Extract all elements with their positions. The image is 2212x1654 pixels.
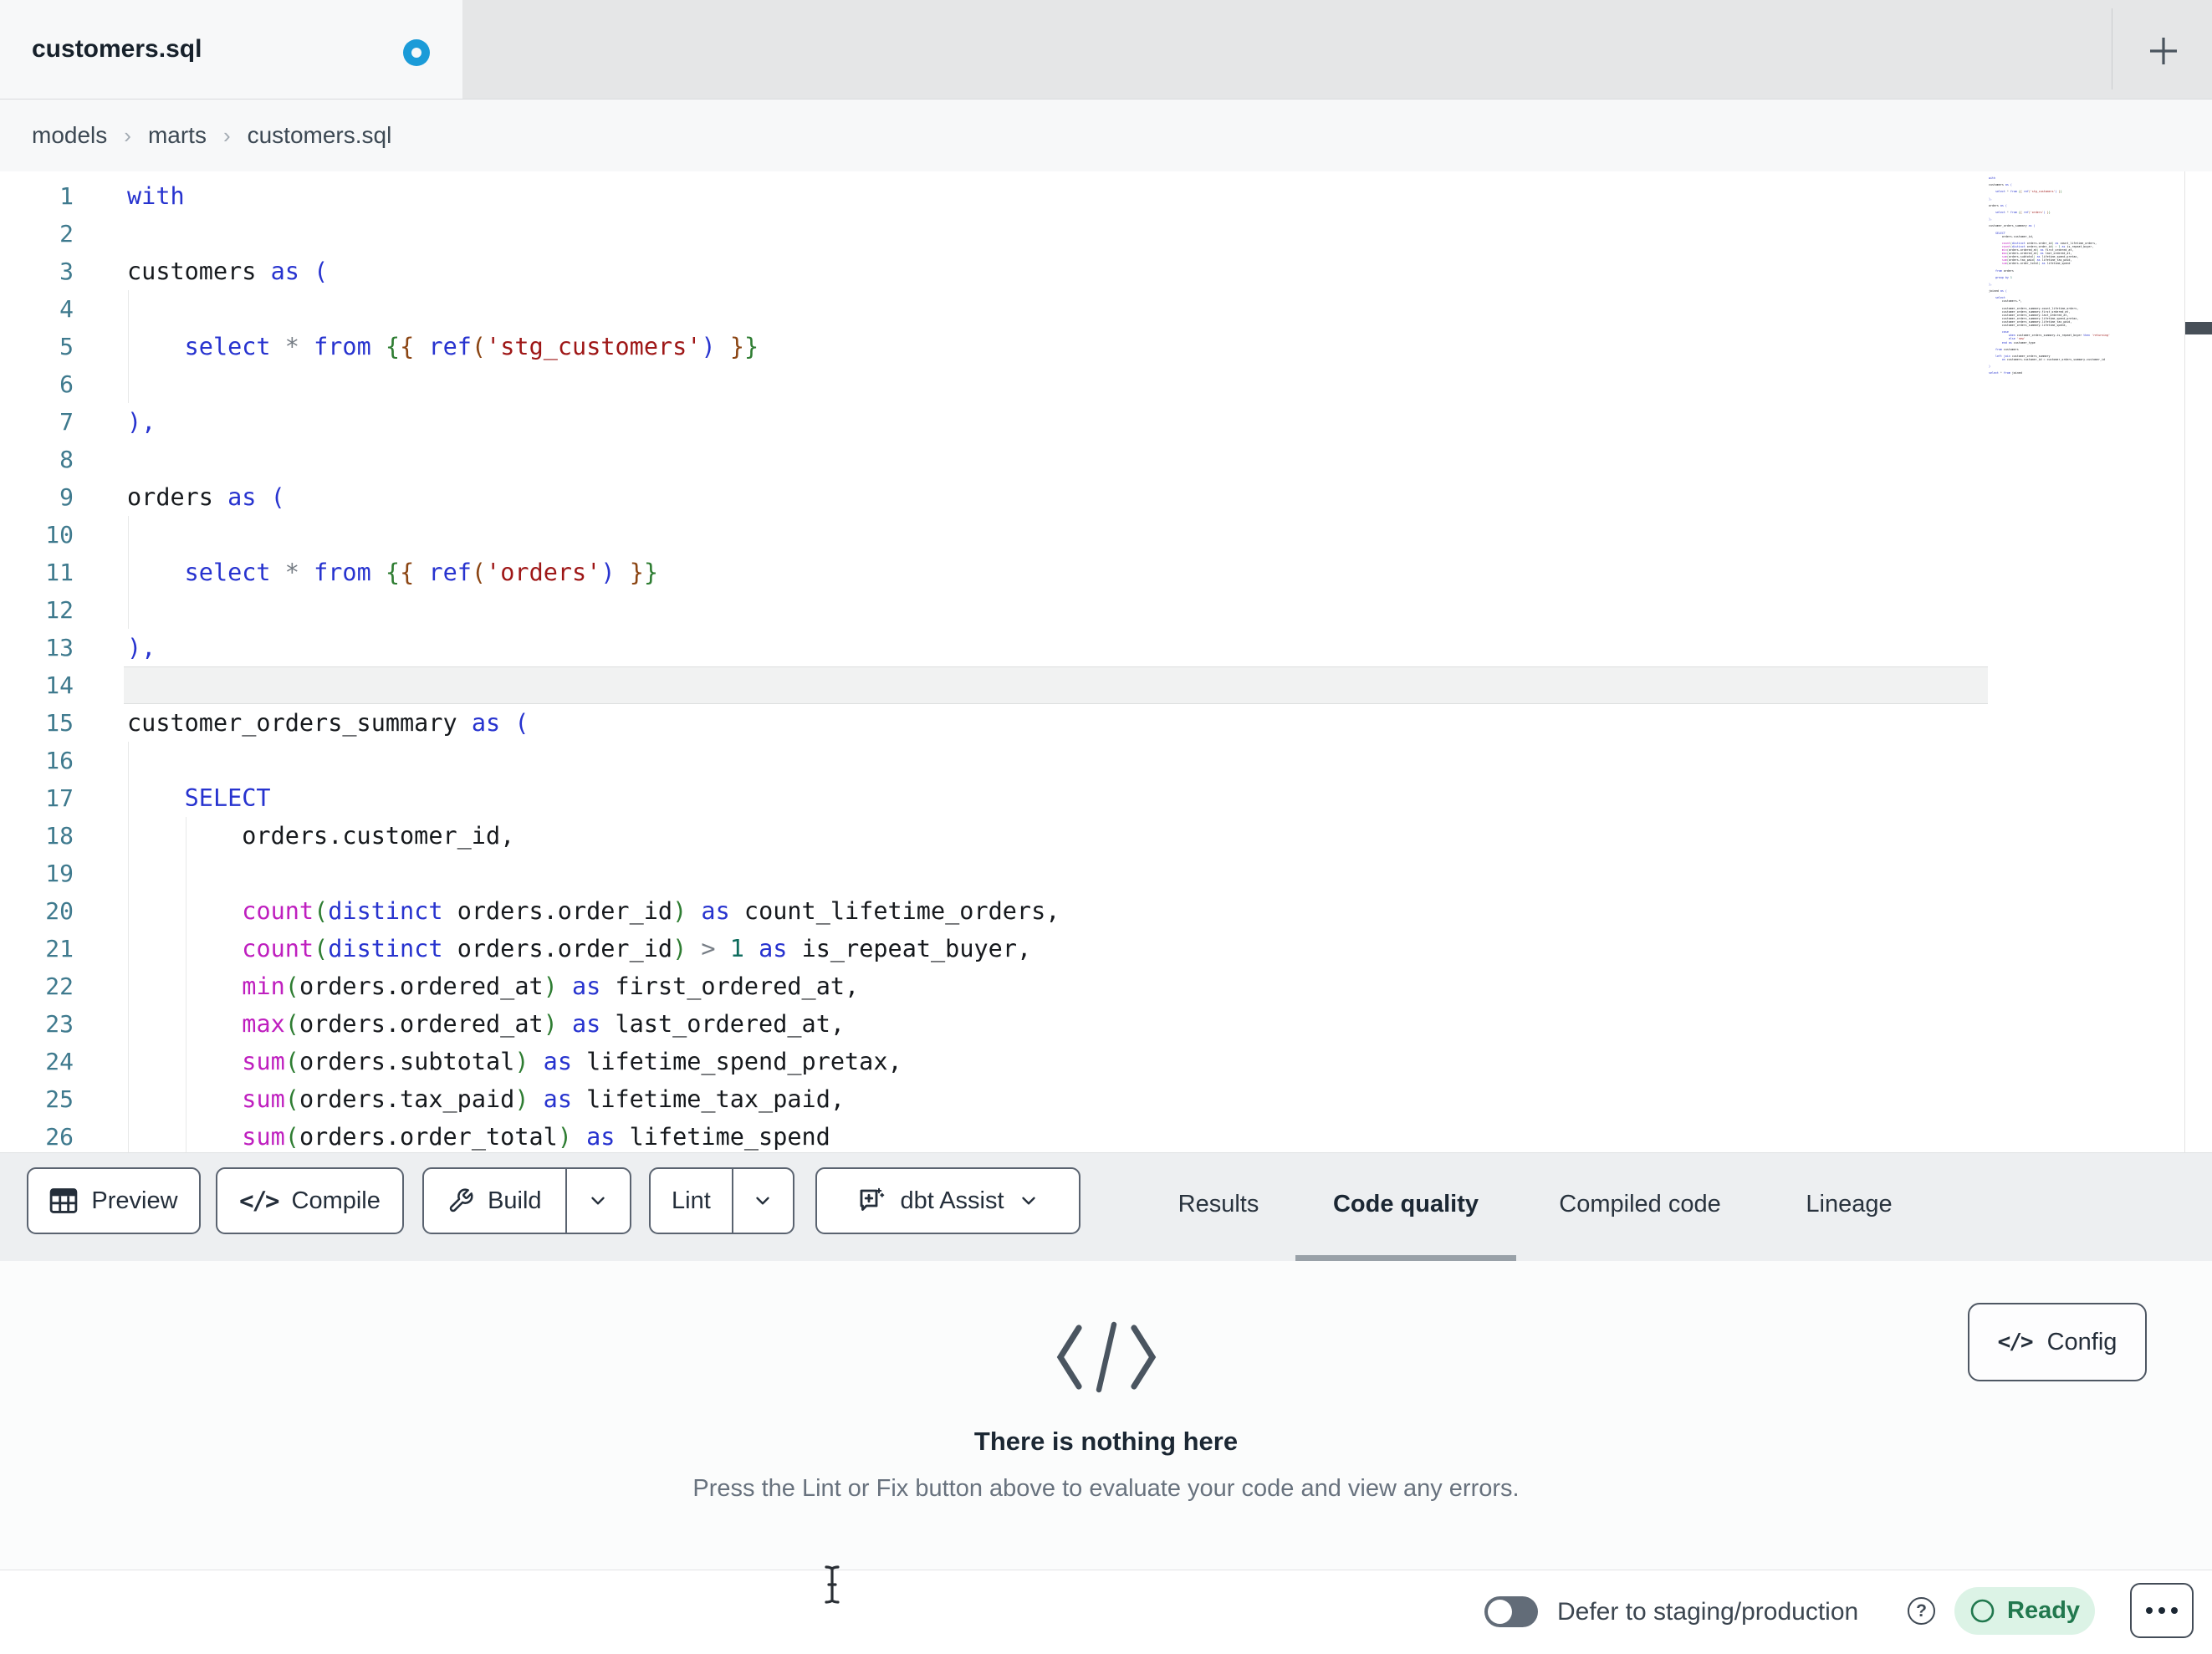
code-editor: 1 2 3 4 5 6 7 8 9 10 11 12 13 14 15 16 17 18 19 20 21 22 23 24 2… (0, 171, 2212, 1152)
editor-scrollbar (2184, 171, 2212, 1152)
defer-label: Defer to staging/production (1557, 1598, 1859, 1626)
tab-title: customers.sql (32, 35, 202, 63)
tab-customers-sql[interactable]: customers.sql (0, 0, 462, 99)
plus-icon (2150, 38, 2177, 64)
build-split-button: Build (422, 1167, 631, 1234)
new-tab-button[interactable] (2141, 28, 2186, 74)
table-icon (50, 1188, 78, 1213)
toggle-knob (1488, 1600, 1512, 1624)
scrollbar-thumb[interactable] (2185, 322, 2212, 334)
help-icon[interactable]: ? (1908, 1597, 1935, 1625)
tab-lineage[interactable]: Lineage (1795, 1153, 1903, 1255)
assist-sparkle-chat-icon (861, 1187, 885, 1211)
build-label: Build (488, 1187, 542, 1214)
chevron-down-icon (591, 1197, 605, 1205)
preview-label: Preview (91, 1187, 178, 1214)
tab-compiled-code-label: Compiled code (1559, 1190, 1721, 1218)
line-number-gutter: 1 2 3 4 5 6 7 8 9 10 11 12 13 14 15 16 17 18 19 20 21 22 23 24 2… (45, 182, 74, 1151)
tab-results-label: Results (1178, 1190, 1259, 1218)
tab-compiled-code[interactable]: Compiled code (1547, 1153, 1733, 1255)
minimap[interactable]: with customers as ( select * from {{ ref(… (1989, 176, 2183, 595)
defer-toggle[interactable] (1484, 1596, 1538, 1627)
ready-circle-icon (1970, 1599, 1995, 1623)
wrench-icon (449, 1188, 473, 1212)
code-quality-panel: </> Config There is nothing here Press t… (0, 1261, 2212, 1570)
code-icon: </> (239, 1187, 279, 1215)
chevron-down-icon (1021, 1197, 1035, 1205)
more-options-button[interactable] (2130, 1583, 2194, 1638)
breadcrumb-models[interactable]: models (32, 122, 107, 149)
dbt-assist-button[interactable]: dbt Assist (815, 1167, 1080, 1234)
empty-state-title: There is nothing here (973, 1427, 1239, 1456)
build-button[interactable]: Build (424, 1169, 565, 1233)
build-dropdown-button[interactable] (567, 1169, 630, 1233)
breadcrumb-row: models › marts › customers.sql Save (0, 100, 2212, 269)
breadcrumb-file[interactable]: customers.sql (248, 122, 392, 149)
breadcrumb-marts[interactable]: marts (148, 122, 207, 149)
chevron-right-icon: › (124, 122, 131, 148)
lint-dropdown-button[interactable] (733, 1169, 793, 1233)
status-bar: Defer to staging/production ? Ready (0, 1570, 2212, 1653)
tab-code-quality-label: Code quality (1332, 1190, 1479, 1218)
ready-label: Ready (2007, 1597, 2081, 1624)
code-brackets-icon (1056, 1321, 1156, 1393)
empty-state-subtitle: Press the Lint or Fix button above to ev… (692, 1475, 1520, 1502)
chevron-down-icon (756, 1197, 770, 1205)
compile-button[interactable]: </> Compile (216, 1167, 404, 1234)
tab-bar: customers.sql (0, 0, 2212, 100)
preview-button[interactable]: Preview (27, 1167, 201, 1234)
status-badge: Ready (1954, 1587, 2095, 1635)
unsaved-changes-dot-icon (403, 39, 430, 66)
lint-button[interactable]: Lint (651, 1169, 732, 1233)
tab-code-quality[interactable]: Code quality (1295, 1153, 1516, 1255)
tab-results[interactable]: Results (1164, 1153, 1273, 1255)
dbt-cloud-ide: { "tabbar": { "tab_title": "customers.sq… (0, 0, 2212, 1653)
lint-split-button: Lint (649, 1167, 794, 1234)
lint-label: Lint (672, 1187, 711, 1214)
breadcrumb: models › marts › customers.sql (32, 100, 391, 171)
empty-state: There is nothing here Press the Lint or … (0, 1321, 2212, 1503)
compile-label: Compile (291, 1187, 381, 1214)
code-content[interactable]: with customers as ( select * from {{ ref(… (127, 177, 1060, 1152)
action-toolbar: Preview </> Compile Build Lint dbt Assis… (0, 1152, 2212, 1262)
chevron-right-icon: › (222, 122, 231, 148)
tab-lineage-label: Lineage (1806, 1190, 1893, 1218)
dbt-assist-label: dbt Assist (900, 1187, 1004, 1214)
